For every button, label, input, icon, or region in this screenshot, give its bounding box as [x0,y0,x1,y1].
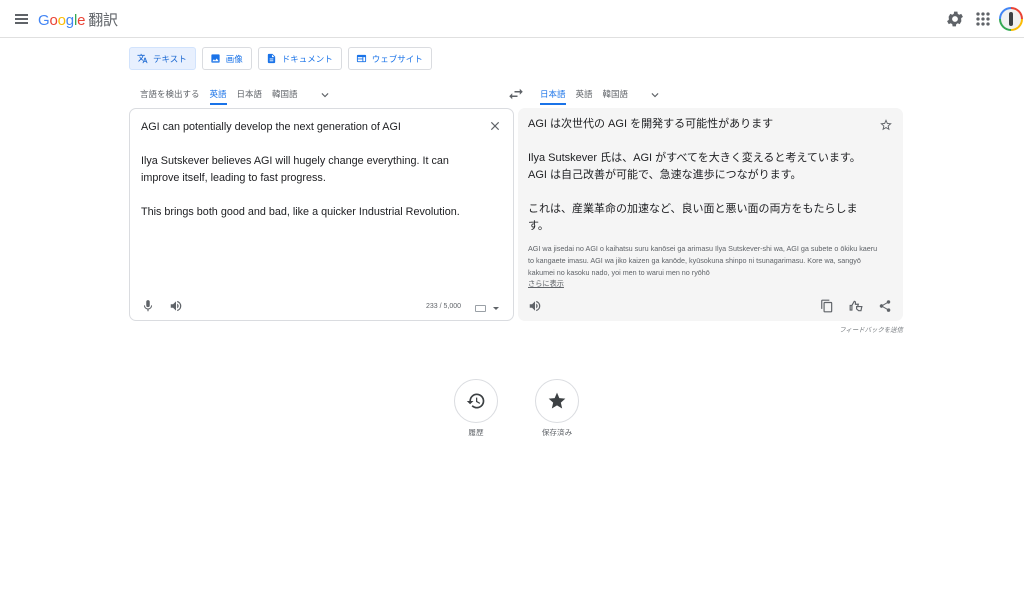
send-feedback-link[interactable]: フィードバックを送信 [800,325,903,334]
target-text-panel: AGI は次世代の AGI を開発する可能性があります Ilya Sutskev… [518,108,903,321]
saved-button[interactable] [535,379,579,423]
source-textarea[interactable]: AGI can potentially develop the next gen… [141,119,481,221]
target-language-bar: 日本語 英語 韓国語 [540,83,662,105]
account-avatar[interactable] [999,7,1023,31]
history-icon [466,393,485,409]
share-icon[interactable] [878,299,892,313]
chevron-down-icon[interactable] [648,88,662,102]
keyboard-icon[interactable] [475,305,486,312]
google-translate-logo[interactable]: Google 翻訳 [38,9,118,30]
speaker-icon[interactable] [169,299,183,313]
show-more-link[interactable]: さらに表示 [528,279,564,289]
saved-label: 保存済み [541,428,573,437]
microphone-icon[interactable] [141,299,155,313]
lang-tab-english[interactable]: 英語 [209,88,227,105]
swap-languages-icon[interactable] [507,87,525,101]
target-lang-tab-korean[interactable]: 韓国語 [603,88,629,105]
chevron-down-icon[interactable] [318,88,332,102]
mode-document-button[interactable]: ドキュメント [257,47,342,70]
target-lang-tab-japanese[interactable]: 日本語 [540,88,566,105]
target-lang-tab-english[interactable]: 英語 [576,88,593,105]
apps-grid-icon[interactable] [973,9,993,29]
lang-tab-japanese[interactable]: 日本語 [237,88,263,105]
translated-text: AGI は次世代の AGI を開発する可能性があります Ilya Sutskev… [528,118,861,232]
mode-website-button[interactable]: ウェブサイト [347,47,432,70]
copy-icon[interactable] [820,299,834,313]
mode-image-button[interactable]: 画像 [201,47,252,70]
app-header: Google 翻訳 [0,0,1024,38]
character-count: 233 / 5,000 [426,303,462,310]
gear-icon[interactable] [945,9,965,29]
close-icon[interactable] [488,119,502,133]
history-button[interactable] [454,379,498,423]
rate-translation-icon[interactable] [849,299,863,313]
speaker-icon[interactable] [528,299,542,313]
source-text-panel: AGI can potentially develop the next gen… [129,108,514,321]
website-icon [356,54,366,63]
menu-icon[interactable] [12,9,32,29]
image-icon [211,54,220,63]
star-icon [548,392,566,409]
lang-tab-detect[interactable]: 言語を検出する [140,88,200,105]
star-outline-icon[interactable] [879,118,893,132]
keyboard-dropdown-icon[interactable] [493,307,499,310]
lang-tab-korean[interactable]: 韓国語 [272,88,298,105]
romanization-text: AGI wa jisedai no AGI o kaihatsu suru ka… [528,244,878,278]
translate-icon [137,53,148,64]
avatar-image [1001,9,1021,29]
document-icon [267,53,275,64]
translation-mode-bar: テキスト 画像 ドキュメント ウェブサイト [129,47,432,70]
mode-text-button[interactable]: テキスト [129,47,196,70]
history-label: 履歴 [468,428,484,437]
source-language-bar: 言語を検出する 英語 日本語 韓国語 [140,83,332,105]
product-name: 翻訳 [88,12,118,29]
